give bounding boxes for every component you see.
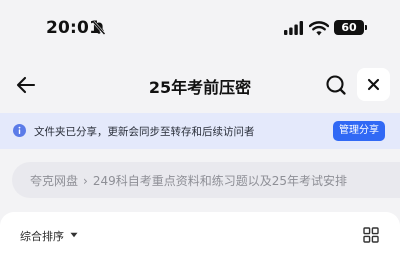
share-notice-text: 文件夹已分享，更新会同步至转存和后续访问者 (34, 126, 255, 138)
breadcrumb-root[interactable]: 夸克网盘 (30, 174, 78, 188)
close-button[interactable] (357, 68, 390, 101)
battery-icon: 60 (334, 20, 367, 35)
info-icon (13, 124, 26, 137)
bell-muted-icon (92, 21, 106, 35)
close-icon (367, 78, 380, 91)
grid-view-icon[interactable] (363, 227, 379, 243)
manage-share-button[interactable]: 管理分享 (333, 121, 385, 141)
sort-dropdown[interactable]: 综合排序 (20, 228, 64, 244)
navigation-bar: 25年考前压密 (0, 62, 400, 108)
arrow-left-icon[interactable] (14, 73, 38, 97)
signal-icon (284, 21, 303, 35)
status-bar: 20:01 60 (0, 0, 400, 56)
caret-down-icon[interactable] (70, 232, 78, 238)
breadcrumb: 夸克网盘 › 249科自考重点资料和练习题以及25年考试安排 (12, 162, 400, 198)
breadcrumb-current: 249科自考重点资料和练习题以及25年考试安排 (92, 174, 348, 188)
wifi-icon (309, 21, 329, 36)
file-list-panel: 综合排序 (0, 212, 400, 268)
search-icon[interactable] (323, 72, 349, 98)
breadcrumb-separator: › (83, 174, 88, 188)
share-notice-banner: 文件夹已分享，更新会同步至转存和后续访问者 管理分享 (0, 113, 400, 149)
page-title: 25年考前压密 (148, 78, 252, 97)
